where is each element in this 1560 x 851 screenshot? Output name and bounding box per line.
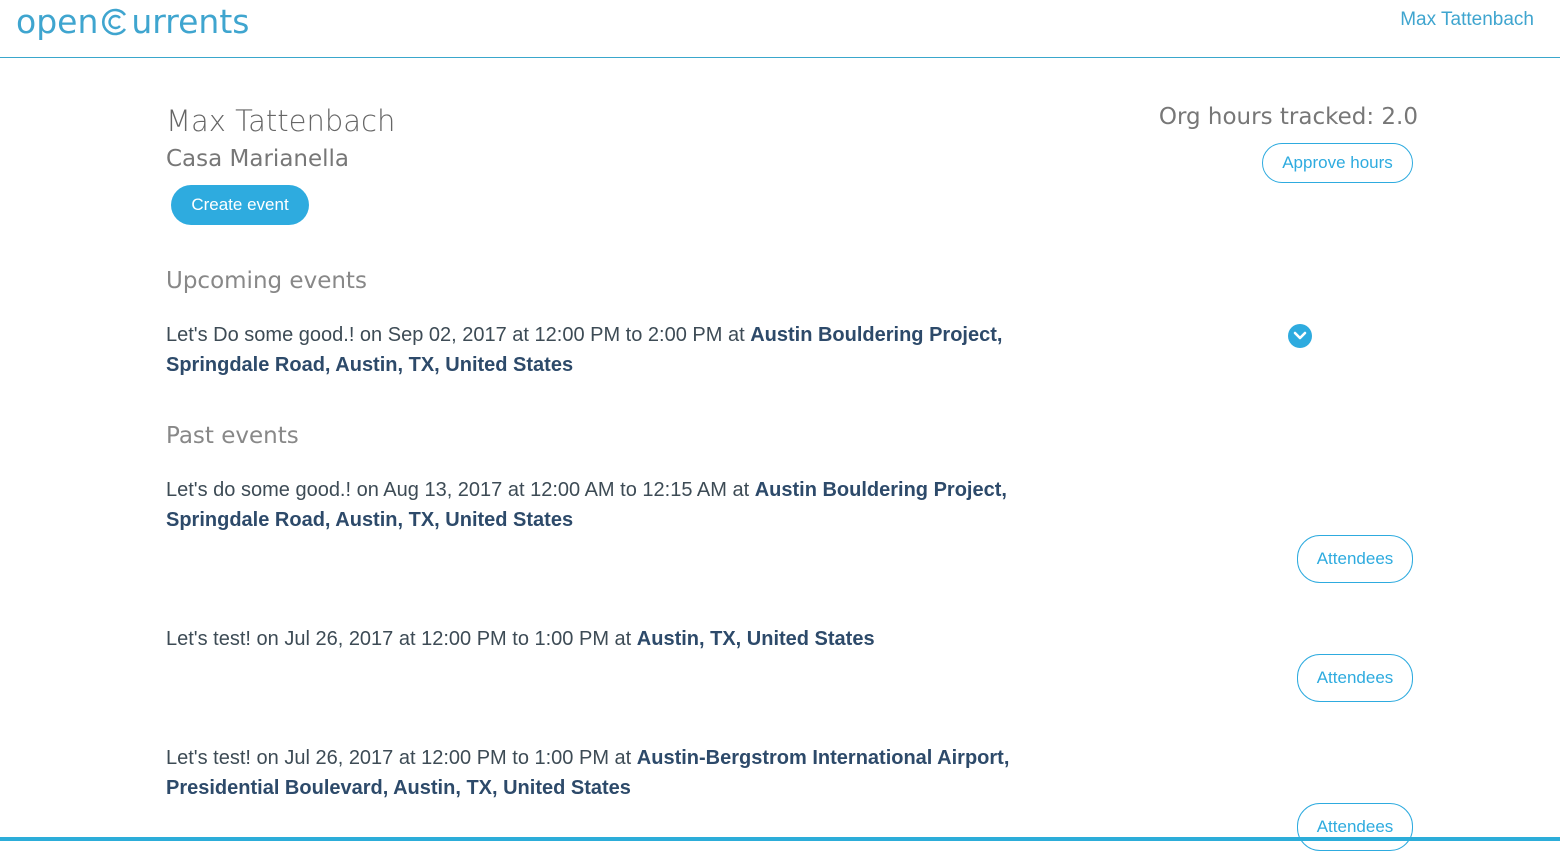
logo-c-icon xyxy=(100,6,130,36)
top-navbar: open urrents Max Tattenbach xyxy=(0,0,1560,58)
profile-name: Max Tattenbach xyxy=(166,104,396,138)
event-description: Let's test! on Jul 26, 2017 at 12:00 PM … xyxy=(166,628,637,650)
past-event-item: Let's test! on Jul 26, 2017 at 12:00 PM … xyxy=(166,624,1036,654)
user-menu-link[interactable]: Max Tattenbach xyxy=(1400,9,1534,31)
opencurrents-logo[interactable]: open urrents xyxy=(16,0,249,42)
event-description: Let's test! on Jul 26, 2017 at 12:00 PM … xyxy=(166,747,637,769)
logo-text-right: urrents xyxy=(131,1,250,41)
logo-text-left: open xyxy=(16,1,99,41)
past-events-heading: Past events xyxy=(166,423,299,449)
past-event-item: Let's test! on Jul 26, 2017 at 12:00 PM … xyxy=(166,743,1036,803)
organization-name: Casa Marianella xyxy=(166,146,350,172)
upcoming-events-heading: Upcoming events xyxy=(166,268,367,294)
org-hours-tracked: Org hours tracked: 2.0 xyxy=(1158,104,1418,130)
approve-hours-button[interactable]: Approve hours xyxy=(1262,143,1413,183)
create-event-button[interactable]: Create event xyxy=(171,185,309,225)
event-description: Let's Do some good.! on Sep 02, 2017 at … xyxy=(166,324,751,346)
event-location: Austin, TX, United States xyxy=(636,628,875,650)
bottom-accent-bar xyxy=(0,837,1560,841)
chevron-down-circle-icon[interactable] xyxy=(1288,324,1312,348)
attendees-button[interactable]: Attendees xyxy=(1297,535,1413,583)
attendees-button[interactable]: Attendees xyxy=(1297,803,1413,851)
attendees-button[interactable]: Attendees xyxy=(1297,654,1413,702)
event-description: Let's do some good.! on Aug 13, 2017 at … xyxy=(166,479,755,501)
past-event-item: Let's do some good.! on Aug 13, 2017 at … xyxy=(166,475,1036,535)
upcoming-event-item: Let's Do some good.! on Sep 02, 2017 at … xyxy=(166,320,1036,380)
